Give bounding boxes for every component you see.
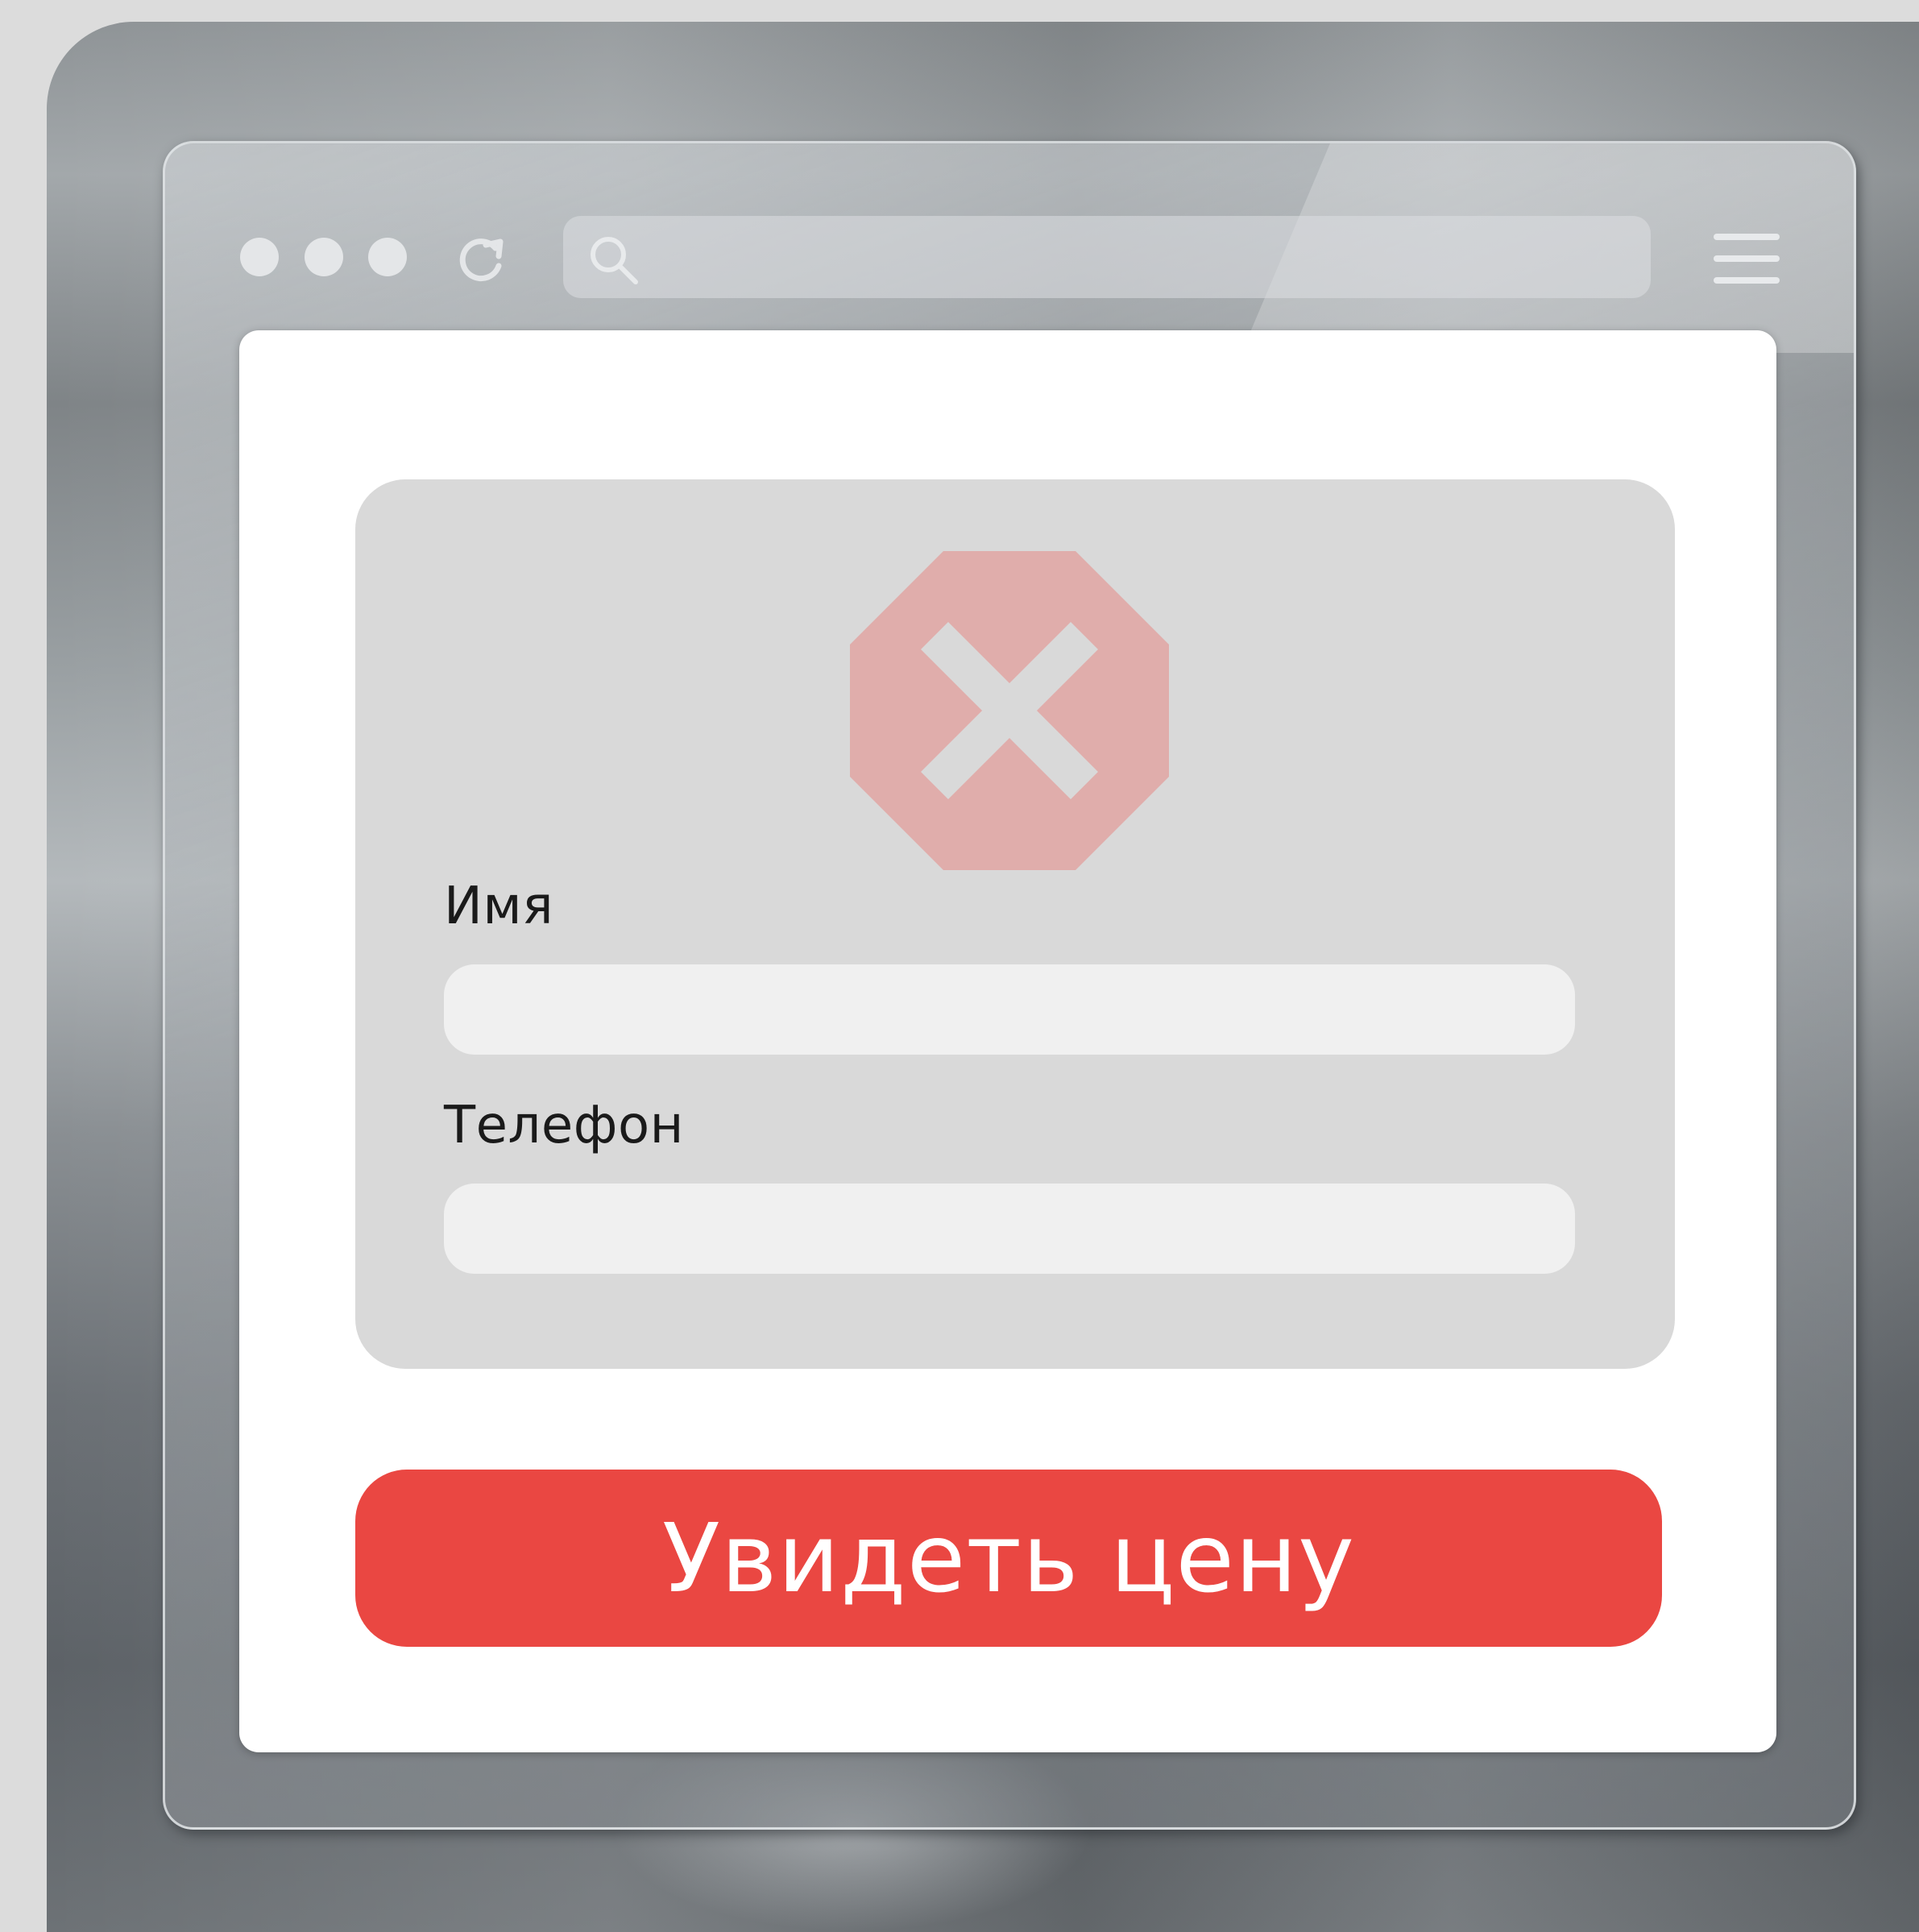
hamburger-menu-icon[interactable] xyxy=(1714,230,1780,287)
browser-toolbar xyxy=(165,143,1854,329)
reload-icon[interactable] xyxy=(454,230,510,287)
stop-sign-x-icon xyxy=(850,551,1169,870)
phone-label: Телефон xyxy=(444,1096,684,1155)
window-control-dot-icon[interactable] xyxy=(240,238,279,276)
window-control-dot-icon[interactable] xyxy=(368,238,407,276)
web-page: Имя Телефон Увидеть цену xyxy=(239,330,1776,1752)
window-control-dot-icon[interactable] xyxy=(305,238,343,276)
phone-input[interactable] xyxy=(444,1184,1575,1274)
name-label: Имя xyxy=(444,877,554,936)
see-price-button[interactable]: Увидеть цену xyxy=(355,1470,1662,1647)
search-icon xyxy=(587,234,640,287)
address-bar[interactable] xyxy=(563,216,1651,298)
name-input[interactable] xyxy=(444,964,1575,1055)
browser-window: Имя Телефон Увидеть цену xyxy=(163,141,1856,1830)
form-card: Имя Телефон xyxy=(355,479,1675,1369)
